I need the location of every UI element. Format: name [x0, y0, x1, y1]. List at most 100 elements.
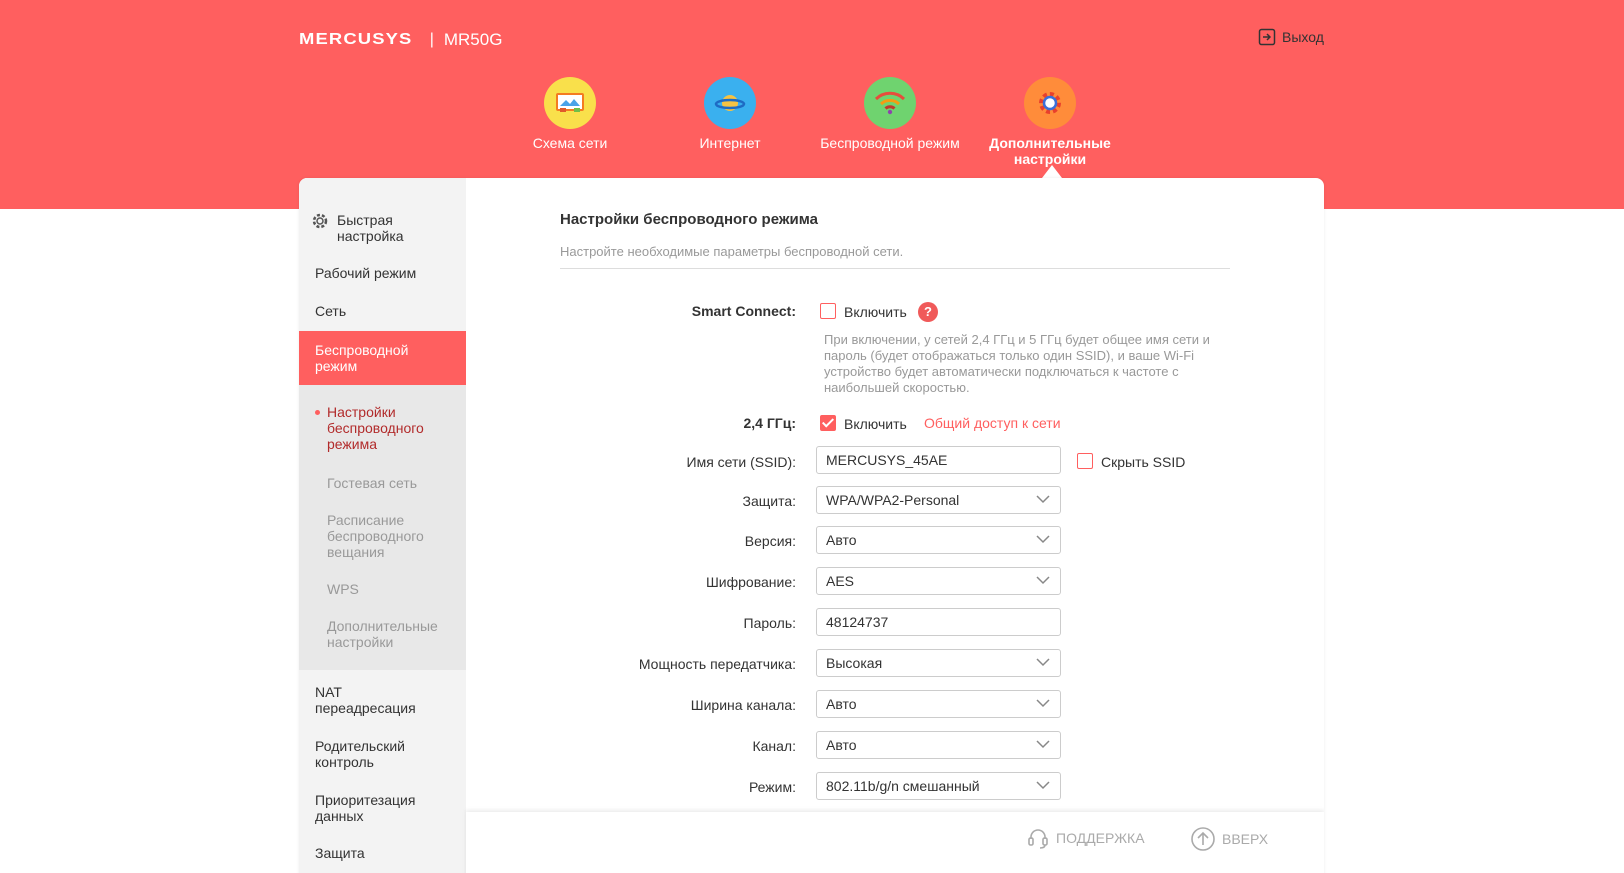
- sidebar-item-label: Родительский контроль: [315, 738, 405, 770]
- brand-separator: |: [429, 31, 434, 48]
- nav-internet-label: Интернет: [699, 135, 761, 151]
- sidebar-subitem-wps[interactable]: WPS: [327, 581, 462, 597]
- band-24-checkbox[interactable]: [820, 415, 836, 431]
- encryption-label: Шифрование:: [705, 574, 796, 590]
- sidebar-subitem-label: Дополнительные настройки: [327, 618, 438, 650]
- band-24-checkbox-label: Включить: [844, 416, 907, 432]
- support-button[interactable]: ПОДДЕРЖКА: [1026, 826, 1145, 850]
- version-value: Авто: [826, 532, 857, 548]
- scroll-top-button[interactable]: ВВЕРХ: [1190, 826, 1268, 852]
- sidebar-item-label: Сеть: [315, 303, 347, 319]
- smart-connect-label: Smart Connect:: [691, 303, 796, 319]
- smart-connect-checkbox[interactable]: [820, 303, 836, 319]
- chevron-down-icon: [1036, 699, 1050, 708]
- channel-width-select[interactable]: Авто: [816, 690, 1061, 718]
- sidebar-subitem-wireless-settings[interactable]: Настройки беспроводного режима: [315, 404, 462, 452]
- top-label: ВВЕРХ: [1222, 831, 1269, 847]
- nav-wireless[interactable]: Беспроводной режим: [815, 77, 965, 151]
- hide-ssid-checkbox[interactable]: [1077, 453, 1093, 469]
- network-map-icon: [544, 77, 596, 129]
- title-divider: [560, 268, 1230, 269]
- main-panel: Быстрая настройка Рабочий режим Сеть Бес…: [299, 178, 1324, 873]
- hide-ssid-label: Скрыть SSID: [1101, 454, 1186, 470]
- password-label: Пароль:: [743, 615, 796, 631]
- version-label: Версия:: [744, 533, 796, 549]
- sidebar-item-label: NAT переадресация: [315, 684, 416, 716]
- nav-network-map[interactable]: Схема сети: [495, 77, 645, 151]
- chevron-down-icon: [1036, 658, 1050, 667]
- arrow-up-icon: [1191, 827, 1215, 851]
- content-area: Настройки беспроводного режима Настройте…: [466, 178, 1324, 873]
- sidebar-subitem-advanced[interactable]: Дополнительные настройки: [327, 618, 462, 650]
- footer-bar: ПОДДЕРЖКА ВВЕРХ: [466, 812, 1324, 873]
- version-select[interactable]: Авто: [816, 526, 1061, 554]
- page-title: Настройки беспроводного режима: [560, 211, 818, 228]
- help-icon[interactable]: ?: [918, 302, 938, 322]
- model-name: MR50G: [443, 30, 503, 49]
- nav-network-map-label: Схема сети: [532, 135, 608, 151]
- page-subtitle: Настройте необходимые параметры беспрово…: [560, 244, 904, 259]
- nav-wireless-label: Беспроводной режим: [820, 135, 960, 151]
- password-input[interactable]: 48124737: [816, 608, 1061, 636]
- headset-icon: [1028, 829, 1048, 849]
- logout-label: Выход: [1282, 29, 1324, 45]
- channel-label: Канал:: [752, 738, 796, 754]
- sidebar-item-qos[interactable]: Приоритезация данных: [299, 792, 466, 824]
- smart-connect-checkbox-label: Включить: [844, 304, 907, 320]
- sidebar-subitem-guest-network[interactable]: Гостевая сеть: [327, 475, 462, 491]
- support-label: ПОДДЕРЖКА: [1056, 830, 1145, 846]
- tx-power-label: Мощность передатчика:: [638, 656, 796, 672]
- network-sharing-link[interactable]: Общий доступ к сети: [924, 415, 1061, 431]
- sidebar-item-security[interactable]: Защита: [299, 845, 466, 861]
- brand-logo: MERCUSYS: [299, 31, 413, 48]
- channel-width-label: Ширина канала:: [690, 697, 796, 713]
- nav-advanced[interactable]: Дополнительные настройки: [975, 77, 1125, 167]
- ssid-label: Имя сети (SSID):: [686, 454, 797, 470]
- logout-button[interactable]: Выход: [1258, 28, 1324, 46]
- security-label: Защита:: [742, 493, 796, 509]
- gear-icon: [1024, 77, 1076, 129]
- active-tab-caret: [1042, 165, 1062, 178]
- ssid-input[interactable]: MERCUSYS_45AE: [816, 446, 1061, 474]
- sidebar-subitem-label: Настройки беспроводного режима: [327, 404, 424, 452]
- sidebar: Быстрая настройка Рабочий режим Сеть Бес…: [299, 178, 466, 873]
- encryption-select[interactable]: AES: [816, 567, 1061, 595]
- sidebar-subitem-wireless-schedule[interactable]: Расписание беспроводного вещания: [327, 512, 462, 560]
- sidebar-item-quick-setup[interactable]: Быстрая настройка: [299, 212, 466, 244]
- sidebar-item-wireless[interactable]: Беспроводной режим: [299, 331, 466, 385]
- smart-connect-note: При включении, у сетей 2,4 ГГц и 5 ГГц б…: [824, 332, 1210, 395]
- chevron-down-icon: [1036, 781, 1050, 790]
- encryption-value: AES: [826, 573, 855, 589]
- sidebar-item-label: Защита: [315, 845, 365, 861]
- security-value: WPA/WPA2-Personal: [826, 492, 960, 508]
- channel-value: Авто: [826, 737, 857, 753]
- sidebar-subitem-label: Расписание беспроводного вещания: [327, 512, 424, 560]
- mode-label: Режим:: [748, 779, 796, 795]
- sidebar-item-label: Быстрая настройка: [337, 212, 404, 244]
- sidebar-item-operation-mode[interactable]: Рабочий режим: [299, 265, 466, 281]
- channel-select[interactable]: Авто: [816, 731, 1061, 759]
- sidebar-item-parental-control[interactable]: Родительский контроль: [299, 738, 466, 770]
- sidebar-item-nat[interactable]: NAT переадресация: [299, 684, 466, 716]
- chevron-down-icon: [1036, 740, 1050, 749]
- planet-icon: [704, 77, 756, 129]
- mode-select[interactable]: 802.11b/g/n смешанный: [816, 772, 1061, 800]
- band-24-label: 2,4 ГГц:: [743, 415, 797, 431]
- chevron-down-icon: [1036, 576, 1050, 585]
- sidebar-subitem-label: WPS: [327, 581, 359, 597]
- gear-icon: [312, 213, 328, 229]
- sidebar-subitem-label: Гостевая сеть: [327, 475, 418, 491]
- mode-value: 802.11b/g/n смешанный: [826, 778, 980, 794]
- security-select[interactable]: WPA/WPA2-Personal: [816, 486, 1061, 514]
- sidebar-item-network[interactable]: Сеть: [299, 303, 466, 319]
- logout-icon: [1258, 28, 1276, 46]
- nav-internet[interactable]: Интернет: [655, 77, 805, 151]
- sidebar-item-label: Рабочий режим: [315, 265, 417, 281]
- chevron-down-icon: [1036, 495, 1050, 504]
- top-navigation: Схема сети Интернет Беспроводной режим Д…: [0, 77, 1624, 177]
- sidebar-submenu: Настройки беспроводного режима Гостевая …: [299, 385, 466, 670]
- tx-power-select[interactable]: Высокая: [816, 649, 1061, 677]
- chevron-down-icon: [1036, 535, 1050, 544]
- tx-power-value: Высокая: [826, 655, 883, 671]
- brand: MERCUSYS | MR50G: [299, 30, 502, 50]
